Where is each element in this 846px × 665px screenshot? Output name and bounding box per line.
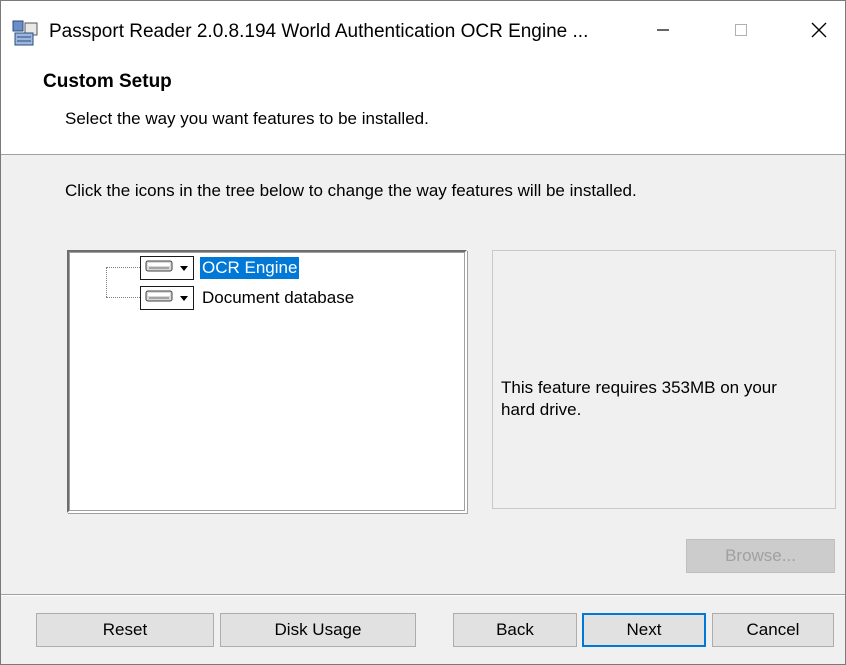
tree-item-ocr-engine[interactable]: OCR Engine [140, 256, 300, 280]
page-title: Custom Setup [43, 71, 172, 92]
minimize-icon [656, 23, 670, 42]
chevron-down-icon [179, 289, 189, 307]
close-icon [811, 22, 827, 43]
browse-button[interactable]: Browse... [686, 539, 835, 573]
minimize-button[interactable] [635, 1, 691, 63]
tree-connector-horizontal [106, 267, 140, 268]
maximize-button[interactable] [713, 1, 769, 63]
tree-connector-horizontal [106, 297, 140, 298]
installer-window: Passport Reader 2.0.8.194 World Authenti… [0, 0, 846, 665]
maximize-icon [734, 23, 748, 42]
header-panel: Custom Setup Select the way you want fea… [1, 63, 845, 155]
tree-item-document-database[interactable]: Document database [140, 286, 356, 310]
tree-item-label: OCR Engine [200, 257, 300, 279]
title-bar[interactable]: Passport Reader 2.0.8.194 World Authenti… [1, 1, 845, 63]
feature-tree[interactable]: OCR Engine Document database [67, 250, 467, 513]
feature-state-dropdown[interactable] [140, 286, 194, 310]
page-subtitle: Select the way you want features to be i… [65, 109, 429, 128]
footer-divider [1, 594, 845, 596]
reset-button[interactable]: Reset [36, 613, 214, 647]
cancel-button[interactable]: Cancel [712, 613, 834, 647]
disk-usage-button[interactable]: Disk Usage [220, 613, 416, 647]
feature-tree-inner: OCR Engine Document database [69, 252, 465, 511]
hard-drive-icon [145, 289, 175, 308]
feature-description-panel: This feature requires 353MB on your hard… [492, 250, 836, 509]
feature-size-info: This feature requires 353MB on your hard… [501, 378, 777, 419]
next-button[interactable]: Next [582, 613, 706, 647]
back-button[interactable]: Back [453, 613, 577, 647]
close-button[interactable] [791, 1, 846, 63]
chevron-down-icon [179, 259, 189, 277]
instruction-text: Click the icons in the tree below to cha… [65, 181, 637, 200]
feature-state-dropdown[interactable] [140, 256, 194, 280]
hard-drive-icon [145, 259, 175, 278]
tree-connector-vertical [106, 267, 107, 297]
window-title: Passport Reader 2.0.8.194 World Authenti… [49, 21, 589, 42]
tree-item-label: Document database [202, 288, 355, 307]
installer-icon [11, 19, 41, 47]
